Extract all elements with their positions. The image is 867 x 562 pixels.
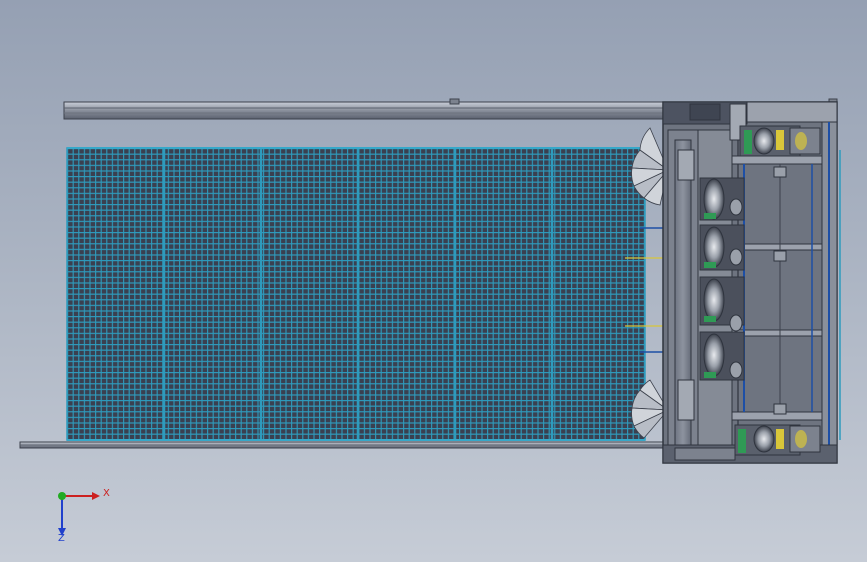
machine-top-view [19, 98, 841, 464]
drive-motor-lower [734, 424, 821, 456]
coordinate-triad: X Z [48, 480, 118, 550]
welding-wheel-2 [699, 224, 745, 271]
bottom-guide-rail [19, 441, 666, 449]
wire-mesh-conveyor [66, 147, 665, 441]
welding-wheel-1 [699, 177, 745, 221]
cad-viewport[interactable]: X Z [0, 0, 867, 562]
y-axis-dot [58, 492, 66, 500]
drive-motor-upper [739, 125, 821, 157]
z-axis-label: Z [58, 533, 65, 544]
welding-wheel-3 [699, 276, 745, 332]
x-axis-label: X [103, 488, 110, 499]
welding-wheel-4 [699, 331, 745, 381]
